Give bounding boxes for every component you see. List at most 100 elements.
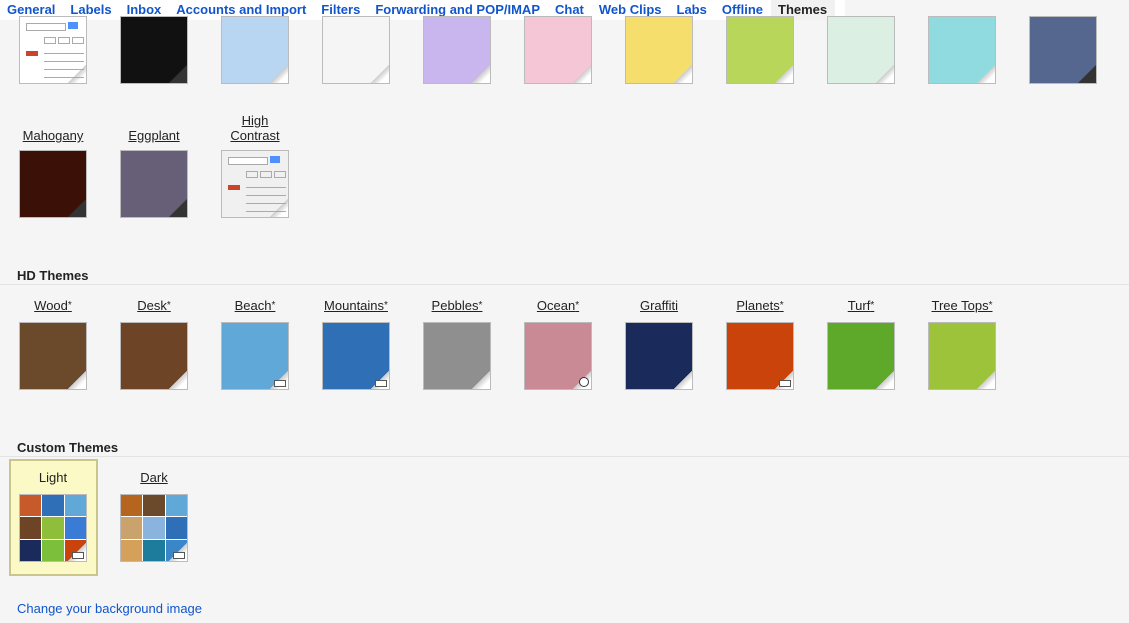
more-dots-icon (173, 552, 185, 559)
theme-label[interactable]: Light (0, 470, 107, 485)
theme-thumbnail[interactable] (19, 494, 87, 562)
theme-label[interactable]: Beach* (201, 298, 309, 313)
theme-label[interactable]: Mahogany (0, 128, 107, 143)
preview-bar1 (26, 23, 66, 31)
theme-thumbnail[interactable] (221, 322, 289, 390)
collage-tile (20, 495, 42, 517)
hd-star-marker: * (870, 300, 875, 311)
preview-bar1 (228, 157, 268, 165)
preview-line (44, 77, 84, 78)
preview-line (246, 195, 286, 196)
collage-tile (121, 495, 143, 517)
page-curl-icon (573, 65, 591, 83)
hd-star-marker: * (575, 300, 580, 311)
theme-thumbnail[interactable] (322, 16, 390, 84)
page-curl-icon (977, 371, 995, 389)
theme-label[interactable]: Eggplant (100, 128, 208, 143)
collage-tile (165, 495, 187, 517)
page-curl-icon (169, 371, 187, 389)
preview-line (246, 203, 286, 204)
theme-label[interactable]: Graffiti (605, 298, 713, 313)
theme-thumbnail[interactable] (19, 322, 87, 390)
collage-tile (42, 539, 64, 561)
theme-thumbnail[interactable] (120, 322, 188, 390)
page-curl-icon (876, 65, 894, 83)
change-background-link[interactable]: Change your background image (17, 601, 202, 616)
page-curl-icon (68, 371, 86, 389)
theme-label[interactable]: Mountains* (302, 298, 410, 313)
page-curl-icon (270, 65, 288, 83)
hd-star-marker: * (271, 300, 276, 311)
collage-tile (143, 517, 165, 539)
theme-thumbnail[interactable] (19, 16, 87, 84)
theme-thumbnail[interactable] (928, 322, 996, 390)
page-curl-icon (472, 371, 490, 389)
preview-box (260, 171, 272, 178)
theme-label[interactable]: Desk* (100, 298, 208, 313)
theme-label[interactable]: Planets* (706, 298, 814, 313)
preview-box (58, 37, 70, 44)
theme-thumbnail[interactable] (726, 322, 794, 390)
page-curl-icon (472, 65, 490, 83)
theme-thumbnail[interactable] (625, 16, 693, 84)
more-dots-icon (274, 380, 286, 387)
theme-label[interactable]: Pebbles* (403, 298, 511, 313)
theme-name: Planets (736, 298, 780, 313)
collage-tile (64, 495, 86, 517)
theme-label[interactable]: Ocean* (504, 298, 612, 313)
preview-line (246, 187, 286, 188)
preview-box (44, 37, 56, 44)
collage-tile (143, 539, 165, 561)
hd-star-marker: * (384, 300, 388, 311)
theme-thumbnail[interactable] (322, 322, 390, 390)
theme-label[interactable]: Dark (100, 470, 208, 485)
theme-name: Turf (847, 298, 871, 313)
theme-thumbnail[interactable] (120, 150, 188, 218)
theme-label[interactable]: Wood* (0, 298, 107, 313)
preview-line (44, 53, 84, 54)
theme-thumbnail[interactable] (19, 150, 87, 218)
theme-thumbnail[interactable] (827, 16, 895, 84)
theme-thumbnail[interactable] (625, 322, 693, 390)
theme-thumbnail[interactable] (423, 322, 491, 390)
preview-line (44, 69, 84, 70)
theme-name: Pebbles (431, 298, 479, 313)
preview-box (274, 171, 286, 178)
theme-name: Ocean (536, 298, 576, 313)
hd-star-marker: * (779, 300, 784, 311)
theme-thumbnail[interactable] (726, 16, 794, 84)
theme-thumbnail[interactable] (928, 16, 996, 84)
theme-label[interactable]: Turf* (807, 298, 915, 313)
theme-thumbnail[interactable] (1029, 16, 1097, 84)
theme-thumbnail[interactable] (524, 16, 592, 84)
theme-thumbnail[interactable] (120, 494, 188, 562)
custom-themes-row: Light Dark (0, 470, 1129, 565)
color-themes-row (0, 0, 1129, 85)
theme-name: Wood (34, 298, 68, 313)
hd-star-marker: * (478, 300, 483, 311)
theme-thumbnail[interactable] (221, 16, 289, 84)
theme-label[interactable]: Tree Tops* (908, 298, 1016, 313)
page-curl-icon (68, 65, 86, 83)
theme-thumbnail[interactable] (423, 16, 491, 84)
theme-thumbnail[interactable] (827, 322, 895, 390)
theme-name: Desk (137, 298, 167, 313)
hd-themes-title: HD Themes (17, 268, 89, 283)
collage-tile (121, 517, 143, 539)
more-dots-icon (375, 380, 387, 387)
theme-name: Mountains (324, 298, 385, 313)
page-curl-icon (371, 65, 389, 83)
page-curl-icon (169, 65, 187, 83)
divider (0, 456, 1129, 457)
collage-tile (165, 517, 187, 539)
preview-red (228, 185, 240, 190)
clock-icon (579, 377, 589, 387)
collage-tile (20, 539, 42, 561)
collage-tile (42, 517, 64, 539)
hd-star-marker: * (166, 300, 171, 311)
theme-thumbnail[interactable] (221, 150, 289, 218)
theme-thumbnail[interactable] (120, 16, 188, 84)
theme-thumbnail[interactable] (524, 322, 592, 390)
hd-themes-row: Wood* Desk* Beach* Mountains* Pebbles* Ocean*… (0, 298, 1129, 393)
theme-label[interactable]: High Contrast (201, 113, 309, 143)
